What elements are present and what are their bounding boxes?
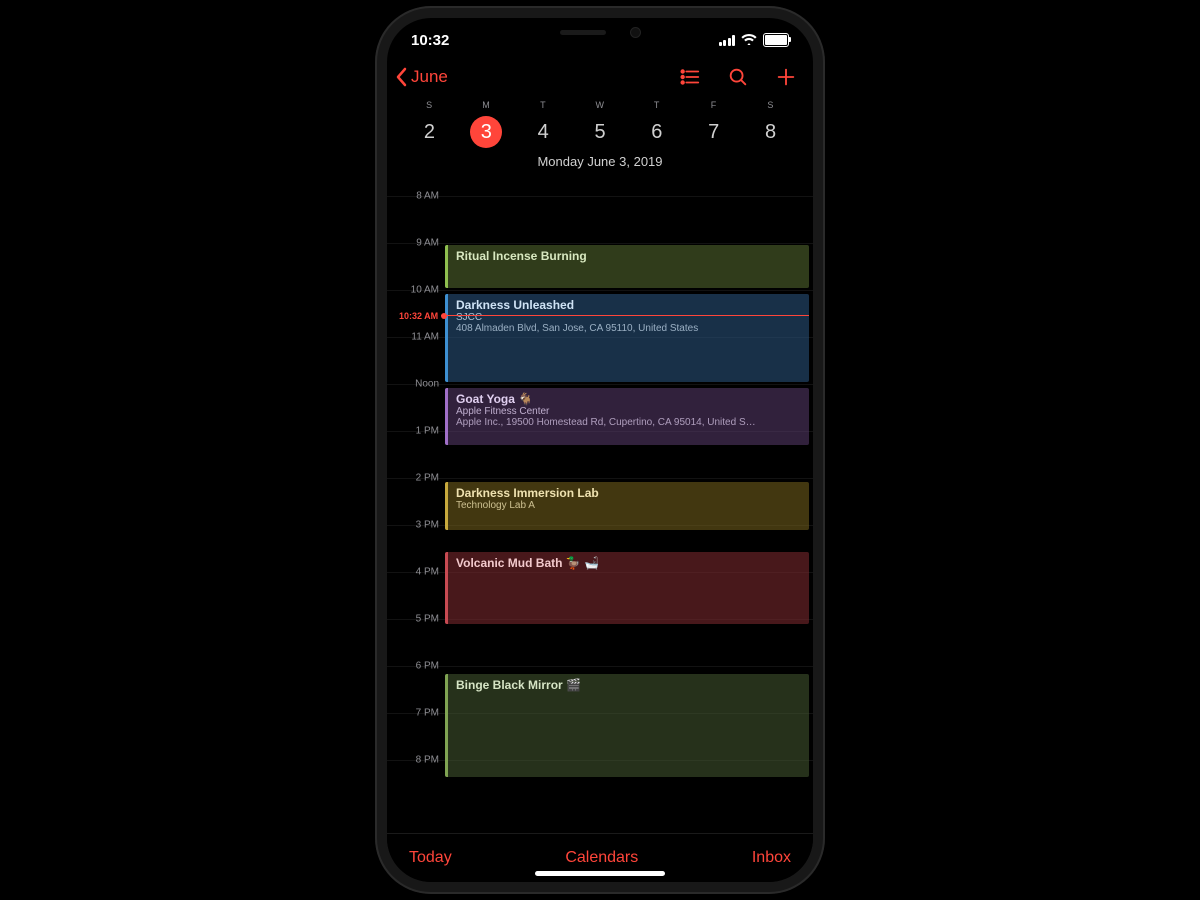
list-view-icon[interactable] <box>679 66 701 88</box>
calendar-event[interactable]: Ritual Incense Burning <box>445 245 809 288</box>
day-column[interactable]: F7 <box>685 100 742 148</box>
hour-label: 8 PM <box>387 754 445 765</box>
current-time-label: 10:32 AM <box>387 311 441 321</box>
event-title: Binge Black Mirror 🎬 <box>456 678 803 692</box>
current-time-indicator: 10:32 AM <box>387 315 809 316</box>
day-letter: F <box>685 100 742 110</box>
day-column[interactable]: M3 <box>458 100 515 148</box>
status-time: 10:32 <box>411 32 449 49</box>
event-location: Technology Lab A <box>456 500 803 511</box>
calendar-event[interactable]: Darkness Immersion LabTechnology Lab A <box>445 482 809 530</box>
hour-label: 1 PM <box>387 425 445 436</box>
day-number: 3 <box>470 116 502 148</box>
add-event-icon[interactable] <box>775 66 797 88</box>
day-number: 5 <box>572 116 629 148</box>
day-letter: S <box>401 100 458 110</box>
hour-label: 8 AM <box>387 190 445 201</box>
back-button[interactable]: June <box>395 67 448 87</box>
day-number: 7 <box>685 116 742 148</box>
phone-screen: 10:32 June <box>387 18 813 882</box>
day-letter: S <box>742 100 799 110</box>
day-column[interactable]: S8 <box>742 100 799 148</box>
full-date-label: Monday June 3, 2019 <box>387 154 813 169</box>
event-location: SJCC <box>456 312 803 323</box>
hour-label: 4 PM <box>387 566 445 577</box>
hour-label: 11 AM <box>387 331 445 342</box>
event-title: Goat Yoga 🐐 <box>456 392 803 406</box>
home-indicator[interactable] <box>535 871 665 876</box>
day-letter: T <box>628 100 685 110</box>
calendar-event[interactable]: Goat Yoga 🐐Apple Fitness CenterApple Inc… <box>445 388 809 446</box>
day-column[interactable]: W5 <box>572 100 629 148</box>
hour-label: 6 PM <box>387 660 445 671</box>
hour-label: 3 PM <box>387 519 445 530</box>
calendar-event[interactable]: Binge Black Mirror 🎬 <box>445 674 809 777</box>
event-location: Apple Fitness Center <box>456 406 803 417</box>
day-number: 6 <box>628 116 685 148</box>
back-label: June <box>411 67 448 87</box>
hour-label: Noon <box>387 378 445 389</box>
event-title: Darkness Unleashed <box>456 298 803 312</box>
hour-label: 10 AM <box>387 284 445 295</box>
hour-label: 9 AM <box>387 237 445 248</box>
battery-icon <box>763 33 789 47</box>
day-letter: W <box>572 100 629 110</box>
hour-label: 7 PM <box>387 707 445 718</box>
hour-label: 5 PM <box>387 613 445 624</box>
event-title: Volcanic Mud Bath 🦆 🛁 <box>456 556 803 570</box>
day-number: 4 <box>515 116 572 148</box>
week-header: S2M3T4W5T6F7S8 <box>387 94 813 148</box>
day-column[interactable]: S2 <box>401 100 458 148</box>
calendars-button[interactable]: Calendars <box>565 849 638 867</box>
phone-frame: 10:32 June <box>375 6 825 894</box>
day-letter: M <box>458 100 515 110</box>
today-button[interactable]: Today <box>409 849 452 867</box>
search-icon[interactable] <box>727 66 749 88</box>
wifi-icon <box>741 33 757 47</box>
cellular-icon <box>719 35 736 46</box>
calendar-event[interactable]: Volcanic Mud Bath 🦆 🛁 <box>445 552 809 624</box>
day-number: 8 <box>742 116 799 148</box>
day-column[interactable]: T6 <box>628 100 685 148</box>
day-timeline[interactable]: 8 AM 9 AM 10 AM 11 AM Noon 1 PM 2 PM 3 PM 4 PM 5 … <box>387 177 813 833</box>
day-number: 2 <box>401 116 458 148</box>
hour-label: 2 PM <box>387 472 445 483</box>
event-title: Ritual Incense Burning <box>456 249 803 263</box>
day-letter: T <box>515 100 572 110</box>
event-title: Darkness Immersion Lab <box>456 486 803 500</box>
nav-bar: June <box>387 62 813 94</box>
display-notch <box>510 18 690 46</box>
calendar-event[interactable]: Darkness UnleashedSJCC408 Almaden Blvd, … <box>445 294 809 382</box>
event-address: Apple Inc., 19500 Homestead Rd, Cupertin… <box>456 417 803 428</box>
day-column[interactable]: T4 <box>515 100 572 148</box>
event-address: 408 Almaden Blvd, San Jose, CA 95110, Un… <box>456 323 803 334</box>
inbox-button[interactable]: Inbox <box>752 849 791 867</box>
